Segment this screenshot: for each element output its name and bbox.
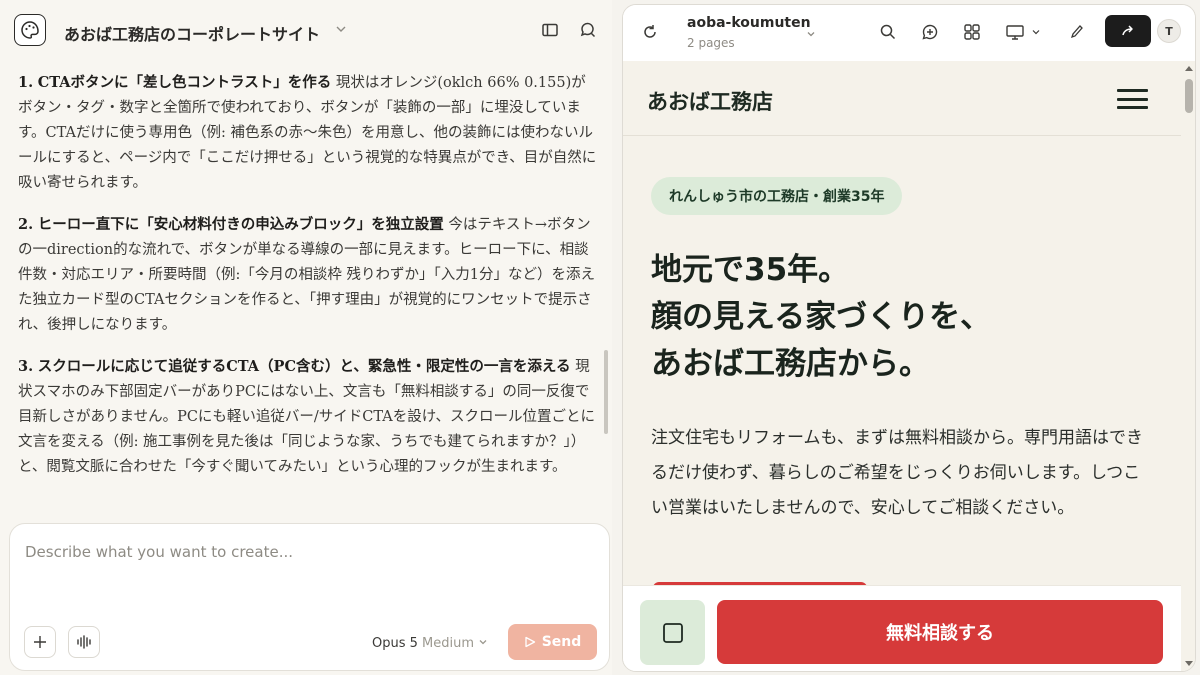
preview-toolbar: aoba-koumuten 2 pages T — [623, 5, 1195, 61]
chevron-down-icon[interactable] — [334, 22, 348, 36]
hero-lead-text: 注文住宅もリフォームも、まずは無料相談から。専門用語はできるだけ使わず、暮らしの… — [651, 428, 1143, 518]
palette-icon[interactable] — [14, 14, 46, 46]
scroll-up-icon[interactable] — [1185, 65, 1193, 71]
comment-add-icon[interactable] — [921, 23, 939, 41]
site-logo[interactable]: あおば工務店 — [647, 86, 773, 116]
share-arrow-icon — [1122, 25, 1133, 36]
chat-history-icon[interactable] — [579, 21, 597, 39]
hero-line: 地元で35年。 — [651, 252, 850, 288]
waveform-icon — [77, 635, 91, 649]
message-heading: ヒーロー直下に「安心材料付きの申込みブロック」を独立設置 — [37, 216, 444, 233]
preview-scrollbar[interactable] — [1181, 61, 1195, 671]
sidebar-toggle-icon[interactable] — [541, 21, 559, 39]
hero-badge: れんしゅう市の工務店・創業35年 — [651, 177, 903, 215]
hamburger-menu-icon[interactable] — [1117, 89, 1148, 109]
message-number: 2. — [18, 216, 34, 233]
voice-input-button[interactable] — [68, 626, 100, 658]
message-body: 今はテキスト→ボタンの一direction的な流れで、ボタンが単なる導線の一部に… — [18, 217, 595, 333]
message-body: 現状はオレンジ(oklch 66% 0.155)がボタン・タグ・数字と全箇所で使… — [18, 75, 597, 191]
site-name[interactable]: aoba-koumuten — [687, 15, 811, 31]
model-selector[interactable]: Opus 5 Medium — [372, 636, 488, 651]
project-title[interactable]: あおば工務店のコーポレートサイト — [64, 21, 320, 45]
avatar[interactable]: T — [1157, 19, 1181, 43]
chat-topbar: あおば工務店のコーポレートサイト — [0, 0, 612, 62]
desktop-view-icon[interactable] — [1005, 23, 1025, 41]
scrollbar-thumb[interactable] — [1185, 79, 1193, 113]
message-heading: スクロールに応じて追従するCTA（PC含む）と、緊急性・限定性の一言を添える — [37, 358, 571, 375]
components-icon[interactable] — [963, 23, 981, 41]
chevron-down-icon — [479, 640, 487, 645]
chat-scrollbar[interactable] — [604, 350, 608, 434]
message-number: 1. — [18, 74, 34, 91]
hero-line: 顔の見える家づくりを、 — [651, 299, 992, 335]
model-effort: Medium — [422, 636, 475, 651]
message-number: 3. — [18, 358, 34, 375]
refresh-icon[interactable] — [641, 23, 659, 41]
secondary-action-button[interactable] — [640, 600, 705, 665]
send-label: Send — [541, 634, 582, 650]
search-icon[interactable] — [879, 23, 897, 41]
send-icon — [525, 636, 535, 648]
page-count: 2 pages — [687, 36, 735, 50]
free-consultation-button[interactable]: 無料相談する — [717, 600, 1163, 664]
scroll-down-icon[interactable] — [1185, 661, 1193, 667]
site-preview: あおば工務店 れんしゅう市の工務店・創業35年 地元で35年。 顔の見える家づく… — [623, 61, 1195, 671]
plus-icon — [34, 636, 46, 648]
chevron-down-icon[interactable] — [1031, 27, 1041, 37]
prompt-input[interactable]: Describe what you want to create... — [25, 543, 293, 561]
prompt-composer: Describe what you want to create... Opus… — [9, 523, 610, 671]
add-attachment-button[interactable] — [24, 626, 56, 658]
message-heading: CTAボタンに「差し色コントラスト」を作る — [37, 74, 332, 91]
hero-line: あおば工務店から。 — [651, 346, 930, 382]
share-button[interactable] — [1105, 15, 1151, 47]
square-icon — [662, 622, 683, 643]
send-button[interactable]: Send — [508, 624, 597, 660]
message-item: 1. CTAボタンに「差し色コントラスト」を作る 現状はオレンジ(oklch 6… — [18, 70, 600, 196]
message-item: 3. スクロールに応じて追従するCTA（PC含む）と、緊急性・限定性の一言を添え… — [18, 354, 600, 480]
message-item: 2. ヒーロー直下に「安心材料付きの申込みブロック」を独立設置 今はテキスト→ボ… — [18, 212, 600, 338]
model-name: Opus 5 — [372, 636, 418, 651]
chevron-down-icon[interactable] — [805, 28, 817, 40]
sticky-cta-bar: 無料相談する — [623, 585, 1181, 671]
edit-pencil-icon[interactable] — [1069, 23, 1085, 41]
hero-heading: 地元で35年。 顔の見える家づくりを、 あおば工務店から。 — [651, 247, 991, 388]
chat-panel: あおば工務店のコーポレートサイト 1. CTAボタンに「差し色コントラスト」を作… — [0, 0, 612, 675]
chat-message-list: 1. CTAボタンに「差し色コントラスト」を作る 現状はオレンジ(oklch 6… — [18, 70, 600, 515]
site-header: あおば工務店 — [623, 61, 1181, 136]
message-body: 現状スマホのみ下部固定バーがありPCにはない上、文言も「無料相談する」の同一反復… — [18, 359, 596, 475]
preview-panel: aoba-koumuten 2 pages T あおば工務店 れんしゅう市の工務… — [622, 4, 1196, 672]
